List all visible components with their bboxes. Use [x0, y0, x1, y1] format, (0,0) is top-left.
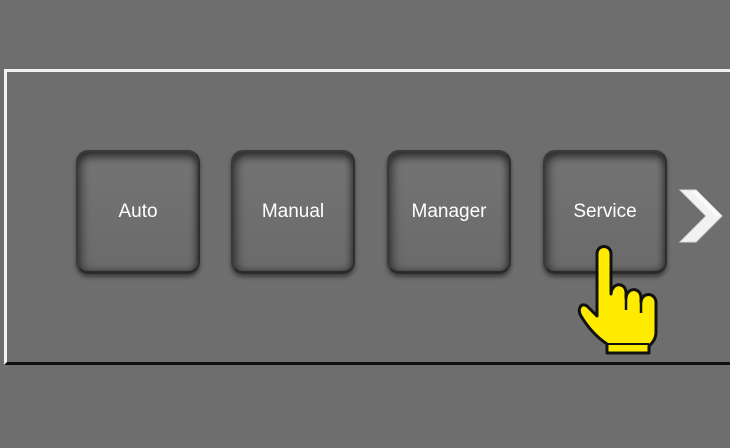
service-button[interactable]: Service	[543, 150, 667, 274]
manual-button[interactable]: Manual	[231, 150, 355, 274]
manager-button-label: Manager	[411, 200, 487, 222]
header-bar	[0, 0, 730, 69]
service-button-label: Service	[573, 200, 637, 222]
footer-bar	[0, 365, 730, 448]
manual-button-label: Manual	[261, 200, 325, 222]
chevron-right-icon[interactable]	[676, 188, 726, 244]
auto-button-label: Auto	[118, 200, 158, 222]
manager-button[interactable]: Manager	[387, 150, 511, 274]
auto-button[interactable]: Auto	[76, 150, 200, 274]
